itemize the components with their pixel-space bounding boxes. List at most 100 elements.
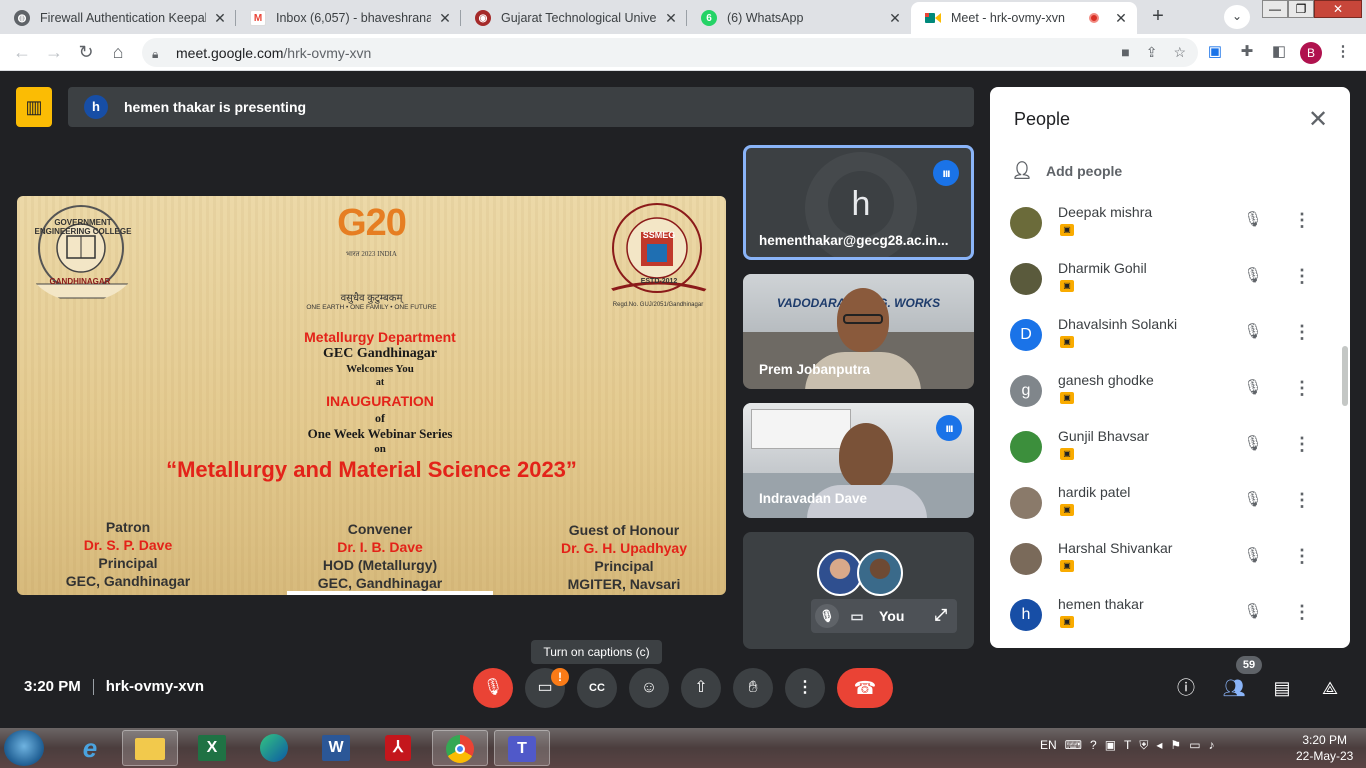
list-item[interactable]: g ganesh ghodke ▣ 🎙︎ ⋮ xyxy=(990,368,1338,424)
puzzle-extensions-icon[interactable]: ✚ xyxy=(1238,43,1256,61)
participant-tile-hemen[interactable]: h ııı hementhakar@gecg28.ac.in... xyxy=(743,145,974,260)
taskbar-clock[interactable]: 3:20 PM 22-May-23 xyxy=(1296,732,1353,764)
volume-alert-icon[interactable]: ◂ xyxy=(1156,738,1162,753)
presenting-tag-icon: ▣ xyxy=(1060,280,1074,292)
list-item[interactable]: Gunjil Bhavsar ▣ 🎙︎ ⋮ xyxy=(990,424,1338,480)
teams-icon[interactable]: T xyxy=(494,730,550,766)
chrome-menu-icon[interactable]: ⋮ xyxy=(1334,43,1352,61)
more-options-icon[interactable]: ⋮ xyxy=(1292,321,1312,343)
close-panel-icon[interactable]: ✕ xyxy=(1306,105,1330,134)
language-indicator[interactable]: EN xyxy=(1040,738,1057,753)
mic-off-icon[interactable]: 🎙︎ xyxy=(1242,489,1264,511)
tab-whatsapp[interactable]: 6 (6) WhatsApp ✕ xyxy=(687,2,911,34)
more-options-icon[interactable]: ⋮ xyxy=(1292,265,1312,287)
captions-button[interactable]: CC xyxy=(577,668,617,708)
acrobat-icon[interactable]: ⅄ xyxy=(370,730,426,766)
more-options-icon[interactable]: ⋮ xyxy=(1292,601,1312,623)
tray-app-icon[interactable]: ▣ xyxy=(1105,738,1116,753)
omnibox-actions: ■ ⇪ ☆ xyxy=(1121,44,1186,61)
extension-icon[interactable]: ▣ xyxy=(1206,43,1224,61)
mic-off-icon[interactable]: 🎙︎ xyxy=(1242,377,1264,399)
divider xyxy=(92,679,94,696)
list-item[interactable]: h hemen thakar ▣ 🎙︎ ⋮ xyxy=(990,592,1338,648)
mic-off-icon[interactable]: 🎙︎ xyxy=(1242,265,1264,287)
more-options-button[interactable]: ⋮ xyxy=(785,668,825,708)
excel-icon[interactable]: X xyxy=(184,730,240,766)
windows-start-icon[interactable] xyxy=(4,730,44,766)
browser-toolbar: ← → ↻ ⌂ 🔒︎ meet.google.com/hrk-ovmy-xvn … xyxy=(0,34,1366,71)
leave-call-button[interactable]: ☎︎ xyxy=(837,668,893,708)
list-item[interactable]: D Dhavalsinh Solanki ▣ 🎙︎ ⋮ xyxy=(990,312,1338,368)
participant-tile-indravadan[interactable]: ııı Indravadan Dave xyxy=(743,403,974,518)
raise-hand-button[interactable]: ✋︎ xyxy=(733,668,773,708)
minimize-window-icon[interactable]: — xyxy=(1262,0,1288,18)
home-icon[interactable]: ⌂ xyxy=(106,40,130,64)
mic-off-icon[interactable]: 🎙︎ xyxy=(1242,321,1264,343)
close-window-icon[interactable]: ✕ xyxy=(1314,0,1362,18)
back-arrow-icon[interactable]: ← xyxy=(10,40,34,64)
tab-search-button[interactable]: ⌄ xyxy=(1224,5,1250,29)
add-people-button[interactable]: 👤︎ Add people xyxy=(1010,161,1122,181)
network-icon[interactable]: ▭ xyxy=(1189,738,1200,753)
camera-icon[interactable]: ▭ xyxy=(845,608,869,625)
side-panel-icon[interactable]: ◧ xyxy=(1270,43,1288,61)
list-item[interactable]: Deepak mishra ▣ 🎙︎ ⋮ xyxy=(990,200,1338,256)
emoji-button[interactable]: ☺ xyxy=(629,668,669,708)
camera-in-use-icon[interactable]: ■ xyxy=(1121,44,1129,61)
more-options-icon[interactable]: ⋮ xyxy=(1292,489,1312,511)
mic-off-icon[interactable]: 🎙︎ xyxy=(1242,209,1264,231)
teams-tray-icon[interactable]: T xyxy=(1124,738,1131,753)
word-icon[interactable]: W xyxy=(308,730,364,766)
list-item[interactable]: hardik patel ▣ 🎙︎ ⋮ xyxy=(990,480,1338,536)
close-tab-icon[interactable]: ✕ xyxy=(887,10,903,27)
meeting-details-button[interactable]: ⓘ xyxy=(1173,675,1199,701)
tab-firewall[interactable]: ◍ Firewall Authentication Keepal ✕ xyxy=(0,2,236,34)
reload-icon[interactable]: ↻ xyxy=(74,40,98,64)
chrome-icon[interactable] xyxy=(432,730,488,766)
mic-off-icon[interactable]: 🎙︎ xyxy=(1242,601,1264,623)
tab-gmail[interactable]: M Inbox (6,057) - bhaveshrana@ ✕ xyxy=(236,2,461,34)
volume-icon[interactable]: ♪ xyxy=(1209,738,1215,753)
internet-explorer-icon[interactable]: e xyxy=(62,730,118,766)
address-bar[interactable]: 🔒︎ meet.google.com/hrk-ovmy-xvn ■ ⇪ ☆ xyxy=(142,38,1198,67)
self-view-tile[interactable]: 🎙︎ ▭ You ⤢ xyxy=(743,532,974,649)
mic-off-icon[interactable]: 🎙︎ xyxy=(1242,545,1264,567)
close-tab-icon[interactable]: ✕ xyxy=(1113,10,1129,27)
close-tab-icon[interactable]: ✕ xyxy=(437,10,453,27)
tab-gtu[interactable]: ◉ Gujarat Technological Universi ✕ xyxy=(461,2,687,34)
more-options-icon[interactable]: ⋮ xyxy=(1292,209,1312,231)
chat-button[interactable]: ▤ xyxy=(1269,675,1295,701)
activities-button[interactable]: ⟁ xyxy=(1317,675,1343,701)
close-tab-icon[interactable]: ✕ xyxy=(663,10,679,27)
mic-off-icon[interactable]: 🎙︎ xyxy=(815,604,839,628)
presentation-icon[interactable]: ▥ xyxy=(16,87,52,127)
help-icon[interactable]: ? xyxy=(1090,738,1097,753)
people-button[interactable]: 👥︎ xyxy=(1221,675,1247,701)
present-now-button[interactable]: ⇧ xyxy=(681,668,721,708)
edge-icon[interactable] xyxy=(246,730,302,766)
mic-toggle-button[interactable]: 🎙︎ xyxy=(473,668,513,708)
new-tab-button[interactable]: + xyxy=(1144,4,1172,30)
close-tab-icon[interactable]: ✕ xyxy=(212,10,228,27)
expand-icon[interactable]: ⤢ xyxy=(934,607,947,625)
share-icon[interactable]: ⇪ xyxy=(1146,44,1158,61)
gtu-logo-icon: ◉ xyxy=(475,10,491,26)
file-explorer-icon[interactable] xyxy=(122,730,178,766)
restore-window-icon[interactable]: ❐ xyxy=(1288,0,1314,18)
profile-avatar[interactable]: B xyxy=(1300,42,1322,64)
bookmark-star-icon[interactable]: ☆ xyxy=(1173,44,1186,61)
more-options-icon[interactable]: ⋮ xyxy=(1292,545,1312,567)
flag-icon[interactable]: ⚑ xyxy=(1170,738,1181,753)
keyboard-icon[interactable]: ⌨︎ xyxy=(1065,738,1082,753)
more-options-icon[interactable]: ⋮ xyxy=(1292,433,1312,455)
people-scrollbar[interactable] xyxy=(1342,346,1348,406)
more-options-icon[interactable]: ⋮ xyxy=(1292,377,1312,399)
participant-tile-prem[interactable]: VADODARA H NGG. WORKS Prem Jobanputra xyxy=(743,274,974,389)
list-item[interactable]: Harshal Shivankar ▣ 🎙︎ ⋮ xyxy=(990,536,1338,592)
forward-arrow-icon[interactable]: → xyxy=(42,40,66,64)
security-icon[interactable]: ⛨ xyxy=(1139,738,1148,753)
list-item[interactable]: Dharmik Gohil ▣ 🎙︎ ⋮ xyxy=(990,256,1338,312)
mic-off-icon[interactable]: 🎙︎ xyxy=(1242,433,1264,455)
tab-meet[interactable]: Meet - hrk-ovmy-xvn ✕ xyxy=(911,2,1137,34)
tab-title: Inbox (6,057) - bhaveshrana@ xyxy=(276,11,431,25)
